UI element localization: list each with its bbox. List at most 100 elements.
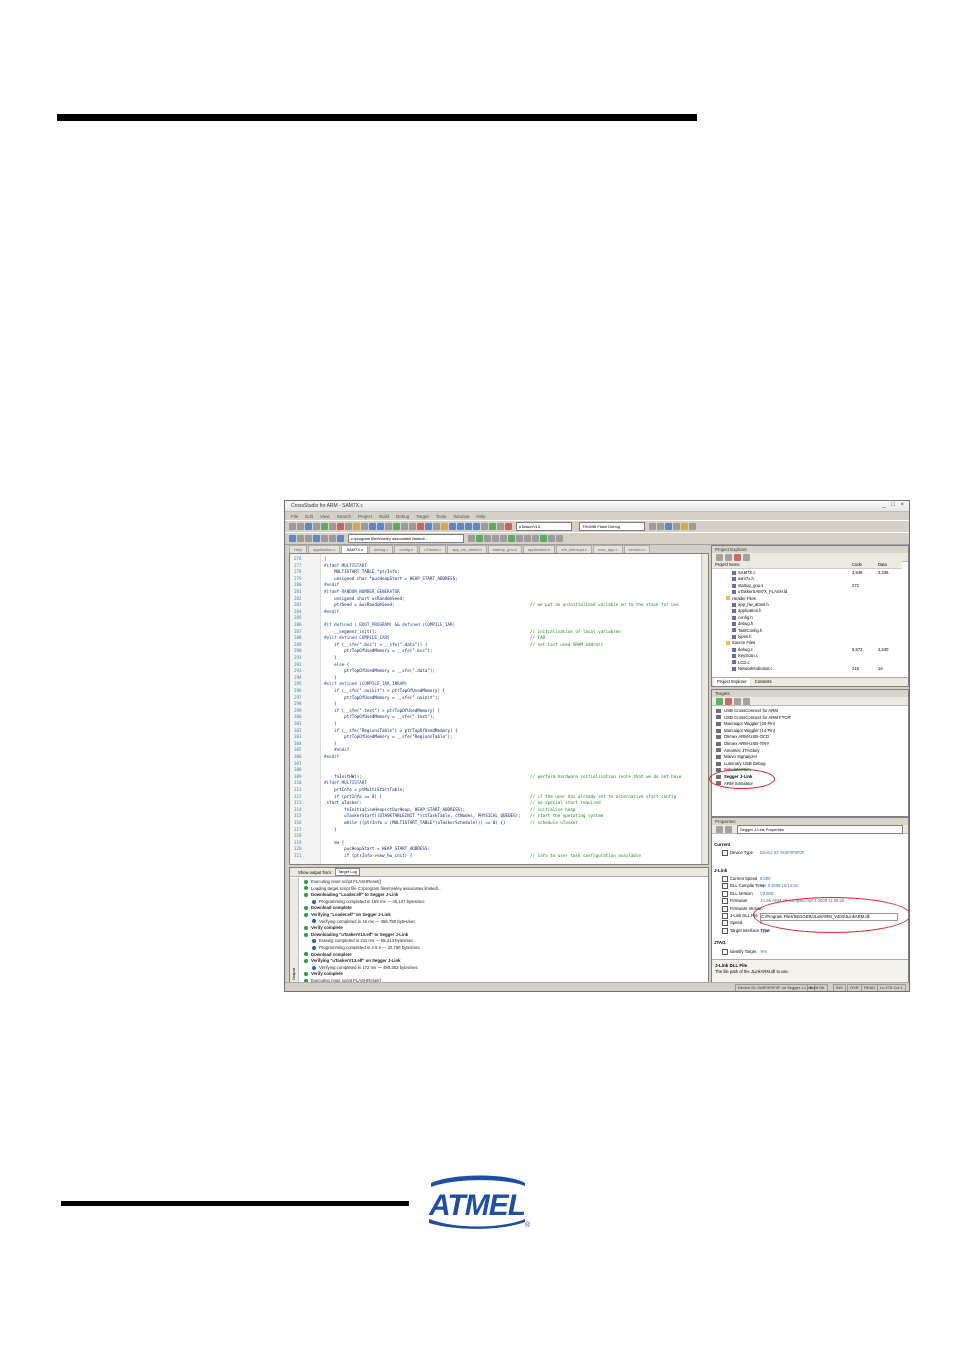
menu-item[interactable]: Search xyxy=(337,514,351,519)
properties-selector[interactable]: Segger J-Link Properties xyxy=(737,824,903,834)
toolbar-button-icon[interactable] xyxy=(369,523,376,530)
toolbar-button-icon[interactable] xyxy=(505,523,512,530)
project-item[interactable]: app_hw_atmel.h xyxy=(712,602,908,608)
toolbar-button-icon[interactable] xyxy=(689,523,696,530)
toolbar-button-icon[interactable] xyxy=(361,523,368,530)
toolbar-button-icon[interactable] xyxy=(476,535,483,542)
sort-icon[interactable] xyxy=(716,825,723,833)
toolbar-button-icon[interactable] xyxy=(409,523,416,530)
properties-icon[interactable] xyxy=(743,553,750,561)
menu-item[interactable]: Project xyxy=(358,514,372,519)
editor-tab[interactable]: uTasker.c xyxy=(419,545,447,553)
menu-item[interactable]: Tools xyxy=(436,514,447,519)
toolbar-button-icon[interactable] xyxy=(321,535,328,542)
editor-tab[interactable]: Help xyxy=(289,545,308,553)
project-item[interactable]: debug.h xyxy=(712,621,908,627)
path-field[interactable]: c:\program files\rowley associates limit… xyxy=(348,534,464,543)
toolbar-button-icon[interactable] xyxy=(681,523,688,530)
target-item[interactable]: USB CrossConnect for ARM FTCR xyxy=(716,715,791,721)
toolbar-button-icon[interactable] xyxy=(489,523,496,530)
project-item[interactable]: startup_gnu.s 272 xyxy=(712,583,908,589)
prop-value[interactable]: V3.80d xyxy=(760,891,773,897)
toolbar-button-icon[interactable] xyxy=(516,535,523,542)
editor-tab[interactable]: application.h xyxy=(522,545,556,553)
toolbar-button-icon[interactable] xyxy=(321,523,328,530)
tab-project-explorer[interactable]: Project Explorer xyxy=(714,678,750,686)
target-item[interactable]: Macraigor Wiggler (20 Pin) xyxy=(716,721,775,727)
toolbar-button-icon[interactable] xyxy=(524,535,531,542)
toolbar-button-icon[interactable] xyxy=(649,523,656,530)
menu-item[interactable]: Debug xyxy=(396,514,409,519)
toolbar-button-icon[interactable] xyxy=(508,535,515,542)
editor-tab[interactable]: mac_app.c xyxy=(592,545,623,553)
menu-item[interactable]: Help xyxy=(476,514,485,519)
toolbar-button-icon[interactable] xyxy=(548,535,555,542)
prop-value[interactable]: Device ID: 0x3F0F0F0F xyxy=(760,850,804,856)
target-item[interactable]: Olimex ARM-USB-TINY xyxy=(716,741,769,747)
editor-tab[interactable]: startup_gnu.s xyxy=(487,545,522,553)
target-item[interactable]: Marvo Signalyzer xyxy=(716,754,757,760)
toolbar-button-icon[interactable] xyxy=(345,523,352,530)
prop-value[interactable]: Apr 9 2008 15:14:52 xyxy=(760,883,798,889)
editor-tab[interactable]: debug.c xyxy=(369,545,394,553)
project-item[interactable]: LCD.c xyxy=(712,660,908,666)
toolbar-button-icon[interactable] xyxy=(313,523,320,530)
toolbar-button-icon[interactable] xyxy=(441,523,448,530)
tab-contents[interactable]: Contents xyxy=(752,678,775,686)
project-item[interactable]: sam7x.h xyxy=(712,576,908,582)
toolbar-button-icon[interactable] xyxy=(556,535,563,542)
editor-tab[interactable]: SAM7X.c xyxy=(341,545,369,553)
toolbar-button-icon[interactable] xyxy=(484,535,491,542)
editor-tab[interactable]: config.h xyxy=(394,545,419,553)
toolbar-button-icon[interactable] xyxy=(465,523,472,530)
toolbar-button-icon[interactable] xyxy=(433,523,440,530)
project-item[interactable]: application.h xyxy=(712,608,908,614)
editor-tab[interactable]: version.h xyxy=(623,545,650,553)
menu-item[interactable]: Window xyxy=(453,514,469,519)
toolbar-button-icon[interactable] xyxy=(393,523,400,530)
target-item[interactable]: USB CrossConnect for ARM xyxy=(716,708,778,714)
code-editor[interactable]: 276{277 #ifdef MULTISTART 278 MULTISTART_T… xyxy=(289,553,709,865)
project-item[interactable]: debug.c 5,572 2,240 xyxy=(712,647,908,653)
target-item[interactable]: Luminary USB Debug xyxy=(716,761,766,767)
prop-value[interactable]: Yes xyxy=(760,949,767,955)
project-item[interactable]: config.h xyxy=(712,615,908,621)
toolbar-button-icon[interactable] xyxy=(337,523,344,530)
toolbar-button-icon[interactable] xyxy=(297,535,304,542)
window-controls[interactable]: _ □ × xyxy=(882,502,906,508)
toolbar-button-icon[interactable] xyxy=(305,535,312,542)
prop-value[interactable]: JTAG xyxy=(760,928,770,934)
toolbar-button-icon[interactable] xyxy=(532,535,539,542)
menu-item[interactable]: View xyxy=(320,514,330,519)
toolbar-button-icon[interactable] xyxy=(492,535,499,542)
toolbar-button-icon[interactable] xyxy=(313,535,320,542)
toolbar-button-icon[interactable] xyxy=(540,535,547,542)
toolbar-button-icon[interactable] xyxy=(329,535,336,542)
prop-value[interactable]: 8,000 xyxy=(760,876,770,882)
toolbar-button-icon[interactable] xyxy=(377,523,384,530)
project-item[interactable]: Header Files xyxy=(712,596,908,602)
project-item[interactable]: KeyScan.c xyxy=(712,653,908,659)
project-item[interactable]: uTaskerSAM7X_FLASH.ld xyxy=(712,589,908,595)
toolbar-button-icon[interactable] xyxy=(449,523,456,530)
toolbar-button-icon[interactable] xyxy=(468,535,475,542)
menu-item[interactable]: Build xyxy=(379,514,389,519)
output-side-tab[interactable]: Output xyxy=(290,878,299,986)
toolbar-button-icon[interactable] xyxy=(473,523,480,530)
toolbar-button-icon[interactable] xyxy=(417,523,424,530)
toolbar-button-icon[interactable] xyxy=(329,523,336,530)
configuration-select[interactable]: THUMB Flash Debug xyxy=(579,522,645,531)
categorize-icon[interactable] xyxy=(725,825,732,833)
target-item[interactable]: Olimex ARM-USB-OCD xyxy=(716,734,769,740)
menu-item[interactable]: Target xyxy=(416,514,429,519)
toolbar-button-icon[interactable] xyxy=(500,535,507,542)
project-item[interactable]: SAM7X.c 3,548 2,336 xyxy=(712,570,908,576)
toolbar-button-icon[interactable] xyxy=(657,523,664,530)
disconnect-icon[interactable] xyxy=(725,697,732,705)
toolbar-button-icon[interactable] xyxy=(673,523,680,530)
toolbar-button-icon[interactable] xyxy=(425,523,432,530)
toolbar-button-icon[interactable] xyxy=(665,523,672,530)
menu-item[interactable]: File xyxy=(291,514,298,519)
toolbar-button-icon[interactable] xyxy=(497,523,504,530)
target-properties-icon[interactable] xyxy=(743,697,750,705)
